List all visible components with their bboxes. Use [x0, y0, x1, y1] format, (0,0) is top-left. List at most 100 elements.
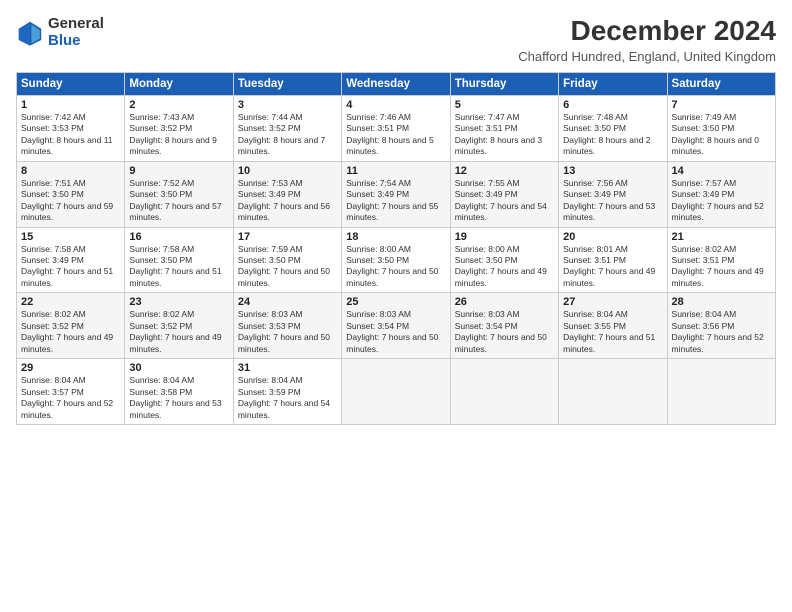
cell-w1-d4: 4Sunrise: 7:46 AMSunset: 3:51 PMDaylight… — [342, 95, 450, 161]
day-info: Sunrise: 8:02 AMSunset: 3:52 PMDaylight:… — [21, 309, 120, 355]
col-monday: Monday — [125, 72, 233, 95]
location: Chafford Hundred, England, United Kingdo… — [518, 49, 776, 64]
day-number: 25 — [346, 296, 445, 308]
cell-w5-d2: 30Sunrise: 8:04 AMSunset: 3:58 PMDayligh… — [125, 359, 233, 425]
cell-w1-d2: 2Sunrise: 7:43 AMSunset: 3:52 PMDaylight… — [125, 95, 233, 161]
day-number: 19 — [455, 231, 554, 243]
day-info: Sunrise: 8:00 AMSunset: 3:50 PMDaylight:… — [455, 244, 554, 290]
cell-w2-d1: 8Sunrise: 7:51 AMSunset: 3:50 PMDaylight… — [17, 161, 125, 227]
day-info: Sunrise: 7:57 AMSunset: 3:49 PMDaylight:… — [672, 178, 771, 224]
day-info: Sunrise: 7:52 AMSunset: 3:50 PMDaylight:… — [129, 178, 228, 224]
logo-text: General Blue — [48, 16, 104, 49]
day-info: Sunrise: 8:04 AMSunset: 3:56 PMDaylight:… — [672, 309, 771, 355]
month-title: December 2024 — [518, 16, 776, 47]
day-number: 27 — [563, 296, 662, 308]
col-thursday: Thursday — [450, 72, 558, 95]
day-number: 23 — [129, 296, 228, 308]
cell-w1-d7: 7Sunrise: 7:49 AMSunset: 3:50 PMDaylight… — [667, 95, 775, 161]
cell-w4-d1: 22Sunrise: 8:02 AMSunset: 3:52 PMDayligh… — [17, 293, 125, 359]
week-row-5: 29Sunrise: 8:04 AMSunset: 3:57 PMDayligh… — [17, 359, 776, 425]
day-number: 1 — [21, 99, 120, 111]
day-info: Sunrise: 7:51 AMSunset: 3:50 PMDaylight:… — [21, 178, 120, 224]
day-info: Sunrise: 8:01 AMSunset: 3:51 PMDaylight:… — [563, 244, 662, 290]
week-row-2: 8Sunrise: 7:51 AMSunset: 3:50 PMDaylight… — [17, 161, 776, 227]
day-info: Sunrise: 7:59 AMSunset: 3:50 PMDaylight:… — [238, 244, 337, 290]
day-number: 16 — [129, 231, 228, 243]
col-wednesday: Wednesday — [342, 72, 450, 95]
day-info: Sunrise: 7:44 AMSunset: 3:52 PMDaylight:… — [238, 112, 337, 158]
col-tuesday: Tuesday — [233, 72, 341, 95]
cell-w3-d7: 21Sunrise: 8:02 AMSunset: 3:51 PMDayligh… — [667, 227, 775, 293]
day-number: 9 — [129, 165, 228, 177]
header: General Blue December 2024 Chafford Hund… — [16, 16, 776, 64]
logo-general: General — [48, 16, 104, 33]
day-info: Sunrise: 7:58 AMSunset: 3:49 PMDaylight:… — [21, 244, 120, 290]
cell-w4-d6: 27Sunrise: 8:04 AMSunset: 3:55 PMDayligh… — [559, 293, 667, 359]
day-number: 2 — [129, 99, 228, 111]
day-number: 20 — [563, 231, 662, 243]
cell-w2-d2: 9Sunrise: 7:52 AMSunset: 3:50 PMDaylight… — [125, 161, 233, 227]
day-info: Sunrise: 7:53 AMSunset: 3:49 PMDaylight:… — [238, 178, 337, 224]
cell-w4-d5: 26Sunrise: 8:03 AMSunset: 3:54 PMDayligh… — [450, 293, 558, 359]
cell-w5-d6 — [559, 359, 667, 425]
cell-w1-d5: 5Sunrise: 7:47 AMSunset: 3:51 PMDaylight… — [450, 95, 558, 161]
cell-w3-d5: 19Sunrise: 8:00 AMSunset: 3:50 PMDayligh… — [450, 227, 558, 293]
day-info: Sunrise: 8:03 AMSunset: 3:54 PMDaylight:… — [455, 309, 554, 355]
week-row-4: 22Sunrise: 8:02 AMSunset: 3:52 PMDayligh… — [17, 293, 776, 359]
day-info: Sunrise: 8:04 AMSunset: 3:59 PMDaylight:… — [238, 375, 337, 421]
day-number: 4 — [346, 99, 445, 111]
page: General Blue December 2024 Chafford Hund… — [0, 0, 792, 612]
day-number: 13 — [563, 165, 662, 177]
day-number: 12 — [455, 165, 554, 177]
cell-w3-d2: 16Sunrise: 7:58 AMSunset: 3:50 PMDayligh… — [125, 227, 233, 293]
cell-w2-d7: 14Sunrise: 7:57 AMSunset: 3:49 PMDayligh… — [667, 161, 775, 227]
cell-w3-d3: 17Sunrise: 7:59 AMSunset: 3:50 PMDayligh… — [233, 227, 341, 293]
week-row-1: 1Sunrise: 7:42 AMSunset: 3:53 PMDaylight… — [17, 95, 776, 161]
day-info: Sunrise: 8:04 AMSunset: 3:55 PMDaylight:… — [563, 309, 662, 355]
day-info: Sunrise: 7:47 AMSunset: 3:51 PMDaylight:… — [455, 112, 554, 158]
col-friday: Friday — [559, 72, 667, 95]
cell-w3-d1: 15Sunrise: 7:58 AMSunset: 3:49 PMDayligh… — [17, 227, 125, 293]
logo-blue: Blue — [48, 33, 104, 50]
calendar: Sunday Monday Tuesday Wednesday Thursday… — [16, 72, 776, 425]
day-info: Sunrise: 7:56 AMSunset: 3:49 PMDaylight:… — [563, 178, 662, 224]
day-number: 10 — [238, 165, 337, 177]
day-info: Sunrise: 7:58 AMSunset: 3:50 PMDaylight:… — [129, 244, 228, 290]
day-number: 29 — [21, 362, 120, 374]
day-number: 30 — [129, 362, 228, 374]
cell-w4-d4: 25Sunrise: 8:03 AMSunset: 3:54 PMDayligh… — [342, 293, 450, 359]
cell-w2-d3: 10Sunrise: 7:53 AMSunset: 3:49 PMDayligh… — [233, 161, 341, 227]
day-info: Sunrise: 7:46 AMSunset: 3:51 PMDaylight:… — [346, 112, 445, 158]
day-number: 14 — [672, 165, 771, 177]
day-number: 6 — [563, 99, 662, 111]
cell-w4-d2: 23Sunrise: 8:02 AMSunset: 3:52 PMDayligh… — [125, 293, 233, 359]
day-number: 22 — [21, 296, 120, 308]
day-number: 11 — [346, 165, 445, 177]
day-info: Sunrise: 8:04 AMSunset: 3:58 PMDaylight:… — [129, 375, 228, 421]
cell-w1-d3: 3Sunrise: 7:44 AMSunset: 3:52 PMDaylight… — [233, 95, 341, 161]
weekday-row: Sunday Monday Tuesday Wednesday Thursday… — [17, 72, 776, 95]
col-saturday: Saturday — [667, 72, 775, 95]
day-number: 7 — [672, 99, 771, 111]
day-number: 21 — [672, 231, 771, 243]
day-number: 26 — [455, 296, 554, 308]
cell-w5-d4 — [342, 359, 450, 425]
cell-w2-d6: 13Sunrise: 7:56 AMSunset: 3:49 PMDayligh… — [559, 161, 667, 227]
cell-w4-d7: 28Sunrise: 8:04 AMSunset: 3:56 PMDayligh… — [667, 293, 775, 359]
cell-w1-d1: 1Sunrise: 7:42 AMSunset: 3:53 PMDaylight… — [17, 95, 125, 161]
day-info: Sunrise: 8:03 AMSunset: 3:53 PMDaylight:… — [238, 309, 337, 355]
day-info: Sunrise: 8:02 AMSunset: 3:52 PMDaylight:… — [129, 309, 228, 355]
day-info: Sunrise: 7:49 AMSunset: 3:50 PMDaylight:… — [672, 112, 771, 158]
day-number: 8 — [21, 165, 120, 177]
calendar-body: 1Sunrise: 7:42 AMSunset: 3:53 PMDaylight… — [17, 95, 776, 424]
cell-w1-d6: 6Sunrise: 7:48 AMSunset: 3:50 PMDaylight… — [559, 95, 667, 161]
week-row-3: 15Sunrise: 7:58 AMSunset: 3:49 PMDayligh… — [17, 227, 776, 293]
day-info: Sunrise: 7:42 AMSunset: 3:53 PMDaylight:… — [21, 112, 120, 158]
cell-w5-d7 — [667, 359, 775, 425]
day-number: 18 — [346, 231, 445, 243]
day-number: 17 — [238, 231, 337, 243]
cell-w5-d3: 31Sunrise: 8:04 AMSunset: 3:59 PMDayligh… — [233, 359, 341, 425]
cell-w5-d5 — [450, 359, 558, 425]
cell-w3-d6: 20Sunrise: 8:01 AMSunset: 3:51 PMDayligh… — [559, 227, 667, 293]
day-info: Sunrise: 8:04 AMSunset: 3:57 PMDaylight:… — [21, 375, 120, 421]
